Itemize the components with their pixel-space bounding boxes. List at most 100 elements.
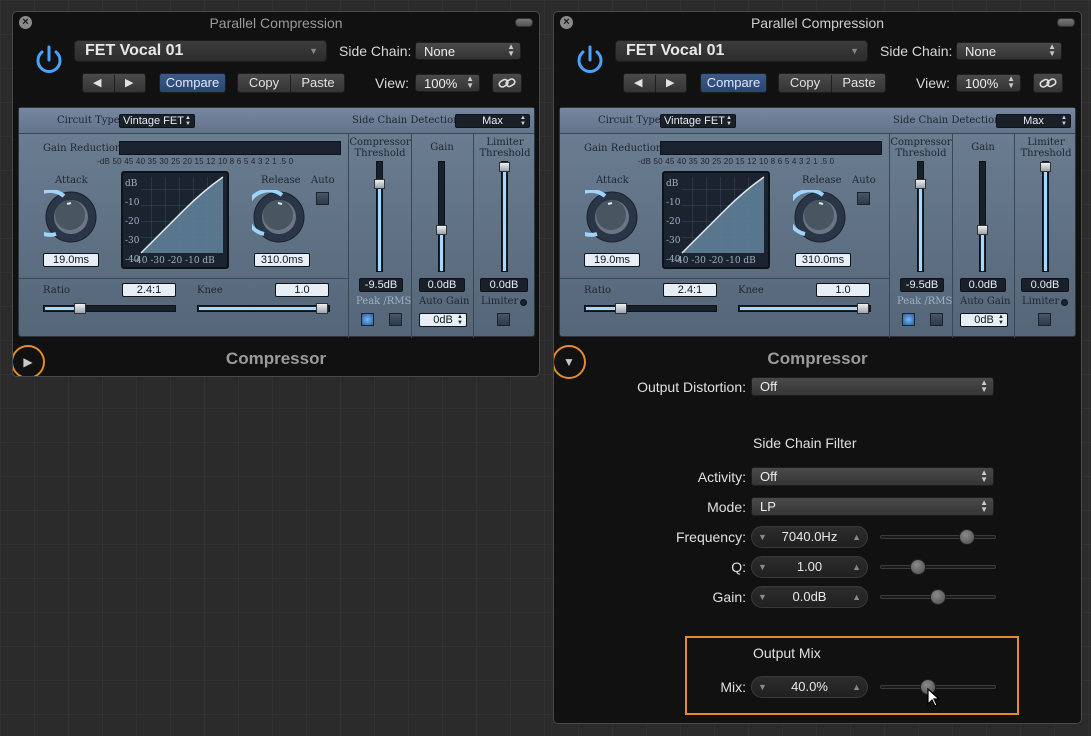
paste-button[interactable]: Paste <box>832 74 886 92</box>
mode-popup[interactable]: LP ▲ ▼ <box>751 497 994 516</box>
paste-button[interactable]: Paste <box>291 74 345 92</box>
ratio-slider-thumb[interactable] <box>615 303 627 314</box>
limiter-threshold-fader[interactable] <box>499 161 510 272</box>
circuit-type-popup[interactable]: Vintage FET ▲ ▼ <box>660 114 736 128</box>
limiter-threshold-value[interactable]: 0.0dB <box>480 278 528 292</box>
view-popup[interactable]: 100% ▲ ▼ <box>956 74 1021 92</box>
limiter-threshold-value[interactable]: 0.0dB <box>1021 278 1069 292</box>
limiter-threshold-thumb[interactable] <box>499 162 510 172</box>
preset-menu[interactable]: FET Vocal 01 ▼ <box>74 40 327 62</box>
frequency-slider-thumb[interactable] <box>959 529 975 545</box>
link-button[interactable] <box>1033 73 1063 93</box>
ratio-slider-thumb[interactable] <box>74 303 86 314</box>
peak-button[interactable] <box>361 313 374 326</box>
side-chain-detection-popup[interactable]: Max ▲ ▼ <box>455 114 530 128</box>
rms-button[interactable] <box>389 313 402 326</box>
prev-next-preset-control[interactable]: ◀ ▶ <box>82 73 146 93</box>
next-preset-icon[interactable]: ▶ <box>125 74 133 92</box>
limiter-threshold-thumb[interactable] <box>1040 162 1051 172</box>
frequency-slider[interactable] <box>880 529 996 545</box>
decrement-icon[interactable]: ▼ <box>758 587 767 607</box>
attack-knob[interactable] <box>44 190 98 244</box>
knee-slider[interactable] <box>738 303 871 314</box>
mix-field[interactable]: ▼ 40.0% ▲ <box>751 676 868 698</box>
peak-button[interactable] <box>902 313 915 326</box>
title-bar[interactable]: × Parallel Compression <box>13 12 539 34</box>
title-bar[interactable]: × Parallel Compression <box>554 12 1081 34</box>
minimize-button[interactable] <box>1057 18 1075 27</box>
side-chain-popup[interactable]: None ▲ ▼ <box>956 42 1062 60</box>
side-chain-detection-popup[interactable]: Max ▲ ▼ <box>996 114 1071 128</box>
compressor-threshold-fader[interactable] <box>374 161 385 272</box>
stepper-icon: ▲ ▼ <box>1048 42 1056 58</box>
compressor-threshold-fader[interactable] <box>915 161 926 272</box>
rms-button[interactable] <box>930 313 943 326</box>
compressor-threshold-value[interactable]: -9.5dB <box>359 278 403 292</box>
increment-icon[interactable]: ▲ <box>852 587 861 607</box>
decrement-icon[interactable]: ▼ <box>758 527 767 547</box>
increment-icon[interactable]: ▲ <box>852 677 861 697</box>
attack-value[interactable]: 19.0ms <box>584 253 640 267</box>
copy-button[interactable]: Copy <box>238 74 290 92</box>
release-value[interactable]: 310.0ms <box>254 253 310 267</box>
limiter-toggle[interactable] <box>497 313 510 326</box>
compressor-threshold-thumb[interactable] <box>915 179 926 189</box>
knee-value[interactable]: 1.0 <box>275 283 329 297</box>
gain-thumb[interactable] <box>436 225 447 235</box>
sc-gain-field[interactable]: ▼ 0.0dB ▲ <box>751 586 868 608</box>
increment-icon[interactable]: ▲ <box>852 527 861 547</box>
gain-value[interactable]: 0.0dB <box>960 278 1006 292</box>
release-value[interactable]: 310.0ms <box>795 253 851 267</box>
attack-value[interactable]: 19.0ms <box>43 253 99 267</box>
output-distortion-popup[interactable]: Off ▲ ▼ <box>751 377 994 396</box>
gain-value[interactable]: 0.0dB <box>419 278 465 292</box>
q-field[interactable]: ▼ 1.00 ▲ <box>751 556 868 578</box>
activity-popup[interactable]: Off ▲ ▼ <box>751 467 994 486</box>
auto-gain-popup[interactable]: 0dB ▲ ▼ <box>960 313 1008 327</box>
release-knob[interactable] <box>793 190 847 244</box>
knee-slider-thumb[interactable] <box>316 303 328 314</box>
power-icon[interactable] <box>31 42 67 78</box>
compare-button[interactable]: Compare <box>700 73 767 93</box>
link-button[interactable] <box>492 73 522 93</box>
view-popup[interactable]: 100% ▲ ▼ <box>415 74 480 92</box>
auto-gain-popup[interactable]: 0dB ▲ ▼ <box>419 313 467 327</box>
increment-icon[interactable]: ▲ <box>852 557 861 577</box>
compressor-threshold-thumb[interactable] <box>374 179 385 189</box>
previous-preset-icon[interactable]: ◀ <box>634 74 642 92</box>
preset-menu[interactable]: FET Vocal 01 ▼ <box>615 40 868 62</box>
gain-thumb[interactable] <box>977 225 988 235</box>
auto-release-toggle[interactable] <box>316 192 329 205</box>
knee-slider[interactable] <box>197 303 330 314</box>
limiter-toggle[interactable] <box>1038 313 1051 326</box>
frequency-field[interactable]: ▼ 7040.0Hz ▲ <box>751 526 868 548</box>
sc-gain-slider-thumb[interactable] <box>930 589 946 605</box>
ratio-slider[interactable] <box>584 303 717 314</box>
decrement-icon[interactable]: ▼ <box>758 557 767 577</box>
q-slider[interactable] <box>880 559 996 575</box>
next-preset-icon[interactable]: ▶ <box>666 74 674 92</box>
q-slider-thumb[interactable] <box>910 559 926 575</box>
prev-next-preset-control[interactable]: ◀ ▶ <box>623 73 687 93</box>
gain-fader[interactable] <box>436 161 447 272</box>
minimize-button[interactable] <box>515 18 533 27</box>
compare-button[interactable]: Compare <box>159 73 226 93</box>
decrement-icon[interactable]: ▼ <box>758 677 767 697</box>
ratio-slider[interactable] <box>43 303 176 314</box>
sc-gain-slider[interactable] <box>880 589 996 605</box>
copy-button[interactable]: Copy <box>779 74 831 92</box>
compressor-threshold-value[interactable]: -9.5dB <box>900 278 944 292</box>
attack-knob[interactable] <box>585 190 639 244</box>
previous-preset-icon[interactable]: ◀ <box>93 74 101 92</box>
side-chain-popup[interactable]: None ▲ ▼ <box>415 42 521 60</box>
power-icon[interactable] <box>572 42 608 78</box>
auto-release-toggle[interactable] <box>857 192 870 205</box>
ratio-value[interactable]: 2.4:1 <box>122 283 176 297</box>
limiter-threshold-fader[interactable] <box>1040 161 1051 272</box>
release-knob[interactable] <box>252 190 306 244</box>
knee-value[interactable]: 1.0 <box>816 283 870 297</box>
gain-fader[interactable] <box>977 161 988 272</box>
knee-slider-thumb[interactable] <box>857 303 869 314</box>
circuit-type-popup[interactable]: Vintage FET ▲ ▼ <box>119 114 195 128</box>
ratio-value[interactable]: 2.4:1 <box>663 283 717 297</box>
